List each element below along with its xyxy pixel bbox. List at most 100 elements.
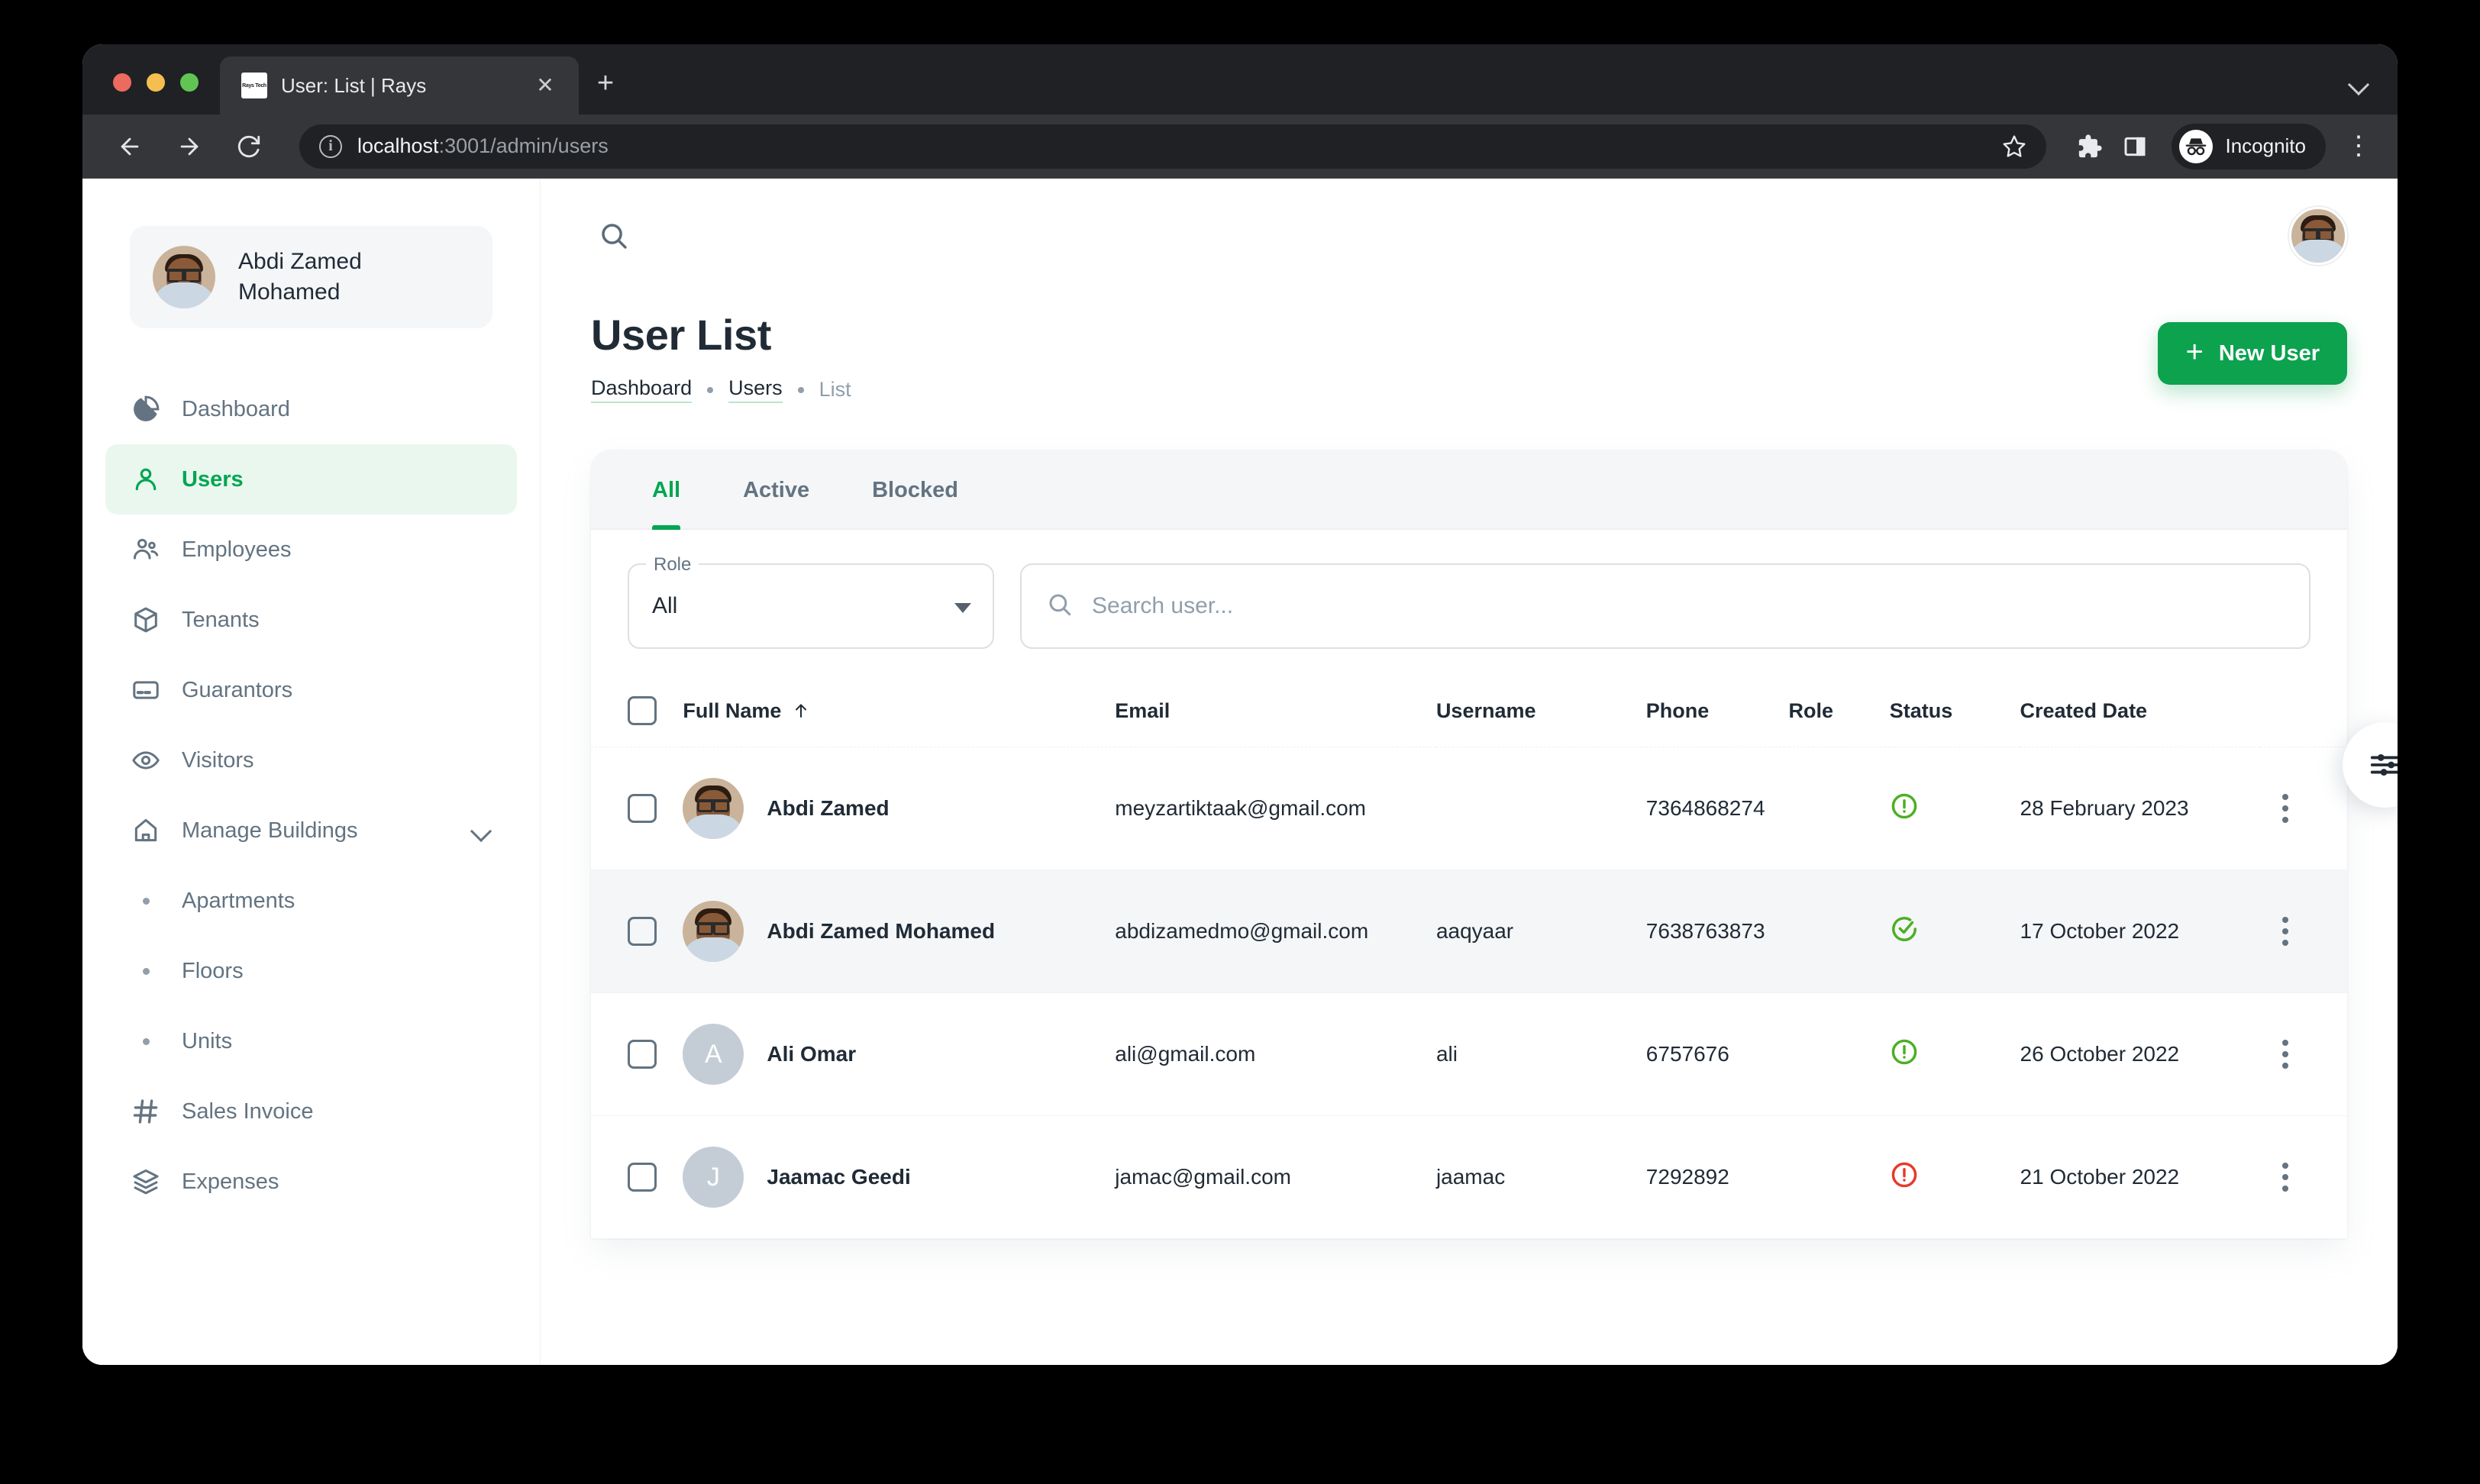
- search-placeholder: Search user...: [1092, 593, 1234, 618]
- user-phone: 7292892: [1645, 1115, 1789, 1239]
- new-user-label: New User: [2218, 340, 2320, 366]
- reload-button[interactable]: [229, 127, 269, 166]
- tab-blocked[interactable]: Blocked: [872, 450, 958, 530]
- user-phone: 7364868274: [1645, 747, 1789, 870]
- hash-icon: [130, 1095, 162, 1128]
- sidebar-item-label: Guarantors: [182, 677, 293, 702]
- sidebar-item-employees[interactable]: Employees: [105, 515, 517, 585]
- column-header-name[interactable]: Full Name: [683, 675, 1116, 747]
- main-content: User List Dashboard Users List + New Use…: [541, 179, 2398, 1365]
- row-checkbox[interactable]: [628, 1163, 657, 1192]
- column-header-phone[interactable]: Phone: [1645, 675, 1789, 747]
- sidebar-item-manage-buildings[interactable]: Manage Buildings: [105, 795, 517, 866]
- table-row[interactable]: Abdi Zamed Mohamed abdizamedmo@gmail.com…: [591, 869, 2347, 993]
- extensions-button[interactable]: [2077, 134, 2103, 160]
- forward-button[interactable]: [170, 127, 209, 166]
- people-icon: [130, 534, 162, 566]
- user-email: abdizamedmo@gmail.com: [1115, 869, 1436, 993]
- side-panel-button[interactable]: [2123, 134, 2147, 159]
- status-badge: [1889, 747, 2020, 870]
- sidebar-item-apartments[interactable]: Apartments: [105, 866, 517, 936]
- user-role: [1788, 869, 1890, 993]
- user-username: aaqyaar: [1435, 869, 1646, 993]
- row-actions-button[interactable]: [2260, 1040, 2347, 1069]
- new-tab-button[interactable]: +: [579, 69, 632, 98]
- search-input[interactable]: Search user...: [1020, 563, 2310, 649]
- sidebar-item-tenants[interactable]: Tenants: [105, 585, 517, 655]
- sidebar-item-label: Floors: [182, 958, 244, 983]
- page-content: User List Dashboard Users List + New Use…: [541, 293, 2398, 1239]
- bullet-icon: [130, 967, 162, 975]
- search-icon[interactable]: [591, 213, 637, 259]
- avatar: [153, 246, 215, 308]
- incognito-indicator[interactable]: Incognito: [2172, 123, 2326, 169]
- row-checkbox[interactable]: [628, 917, 657, 946]
- browser-menu-button[interactable]: ⋮: [2346, 133, 2372, 159]
- column-header-status[interactable]: Status: [1889, 675, 2020, 747]
- search-icon: [1046, 591, 1074, 622]
- user-name: Abdi Zamed Mohamed: [767, 919, 996, 943]
- back-button[interactable]: [110, 127, 150, 166]
- app-topbar: [541, 179, 2398, 293]
- table-header: Full Name Email Username Phone Role Stat…: [591, 675, 2347, 747]
- row-checkbox[interactable]: [628, 794, 657, 823]
- status-badge: [1889, 1115, 2020, 1239]
- avatar[interactable]: [2289, 207, 2347, 265]
- sidebar-item-expenses[interactable]: Expenses: [105, 1147, 517, 1217]
- sidebar-item-dashboard[interactable]: Dashboard: [105, 374, 517, 444]
- alert-circle-icon: [1891, 1162, 1917, 1187]
- user-phone: 7638763873: [1645, 869, 1789, 993]
- sidebar-item-sales-invoice[interactable]: Sales Invoice: [105, 1076, 517, 1147]
- role-select[interactable]: Role All: [628, 554, 994, 649]
- bookmark-button[interactable]: [2002, 134, 2026, 159]
- maximize-window-button[interactable]: [180, 73, 199, 92]
- tab-list-button[interactable]: [2349, 74, 2398, 98]
- back-arrow-icon: [121, 137, 139, 155]
- bullet-icon: [130, 1037, 162, 1045]
- sidebar: Abdi Zamed Mohamed Dashboard Users Emplo…: [82, 179, 541, 1365]
- page-header: User List Dashboard Users List + New Use…: [591, 310, 2347, 403]
- column-header-created-date[interactable]: Created Date: [2020, 675, 2260, 747]
- column-label: Full Name: [683, 698, 782, 722]
- sidebar-item-units[interactable]: Units: [105, 1006, 517, 1076]
- close-tab-button[interactable]: ✕: [530, 75, 560, 96]
- avatar: A: [683, 1024, 744, 1085]
- incognito-label: Incognito: [2225, 134, 2306, 157]
- bullet-icon: [130, 897, 162, 905]
- window-controls: [82, 73, 220, 115]
- row-actions-button[interactable]: [2260, 794, 2347, 823]
- select-all-checkbox[interactable]: [628, 696, 657, 725]
- info-icon[interactable]: i: [319, 134, 342, 158]
- tab-all[interactable]: All: [652, 450, 681, 530]
- sidebar-profile-card[interactable]: Abdi Zamed Mohamed: [130, 226, 492, 328]
- table-row[interactable]: J Jaamac Geedi jamac@gmail.com jaamac 72…: [591, 1115, 2347, 1239]
- sidebar-item-label: Visitors: [182, 747, 254, 773]
- tab-active[interactable]: Active: [743, 450, 809, 530]
- row-checkbox[interactable]: [628, 1040, 657, 1069]
- row-actions-button[interactable]: [2260, 917, 2347, 946]
- sidebar-item-users[interactable]: Users: [105, 444, 517, 515]
- reload-icon: [237, 135, 260, 157]
- minimize-window-button[interactable]: [147, 73, 165, 92]
- table-row[interactable]: A Ali Omar ali@gmail.com ali 6757676 26 …: [591, 992, 2347, 1116]
- sidebar-item-guarantors[interactable]: Guarantors: [105, 655, 517, 725]
- user-username: jaamac: [1435, 1115, 1646, 1239]
- chevron-down-icon: [470, 819, 492, 842]
- breadcrumb-item-users[interactable]: Users: [728, 376, 783, 403]
- column-header-username[interactable]: Username: [1435, 675, 1646, 747]
- browser-tab[interactable]: Rays Tech User: List | Rays ✕: [220, 56, 579, 115]
- column-header-role[interactable]: Role: [1788, 675, 1890, 747]
- close-window-button[interactable]: [113, 73, 131, 92]
- table-row[interactable]: Abdi Zamed meyzartiktaak@gmail.com 73648…: [591, 747, 2347, 870]
- sidebar-item-floors[interactable]: Floors: [105, 936, 517, 1006]
- breadcrumb-item-dashboard[interactable]: Dashboard: [591, 376, 693, 403]
- row-actions-button[interactable]: [2260, 1163, 2347, 1192]
- column-header-email[interactable]: Email: [1115, 675, 1436, 747]
- sidebar-item-visitors[interactable]: Visitors: [105, 725, 517, 795]
- user-username: ali: [1435, 992, 1646, 1116]
- column-header-actions: [2259, 675, 2347, 747]
- tab-title: User: List | Rays: [281, 73, 427, 97]
- new-user-button[interactable]: + New User: [2158, 322, 2347, 385]
- address-bar[interactable]: i localhost:3001/admin/users: [299, 124, 2047, 169]
- user-username: [1435, 747, 1646, 870]
